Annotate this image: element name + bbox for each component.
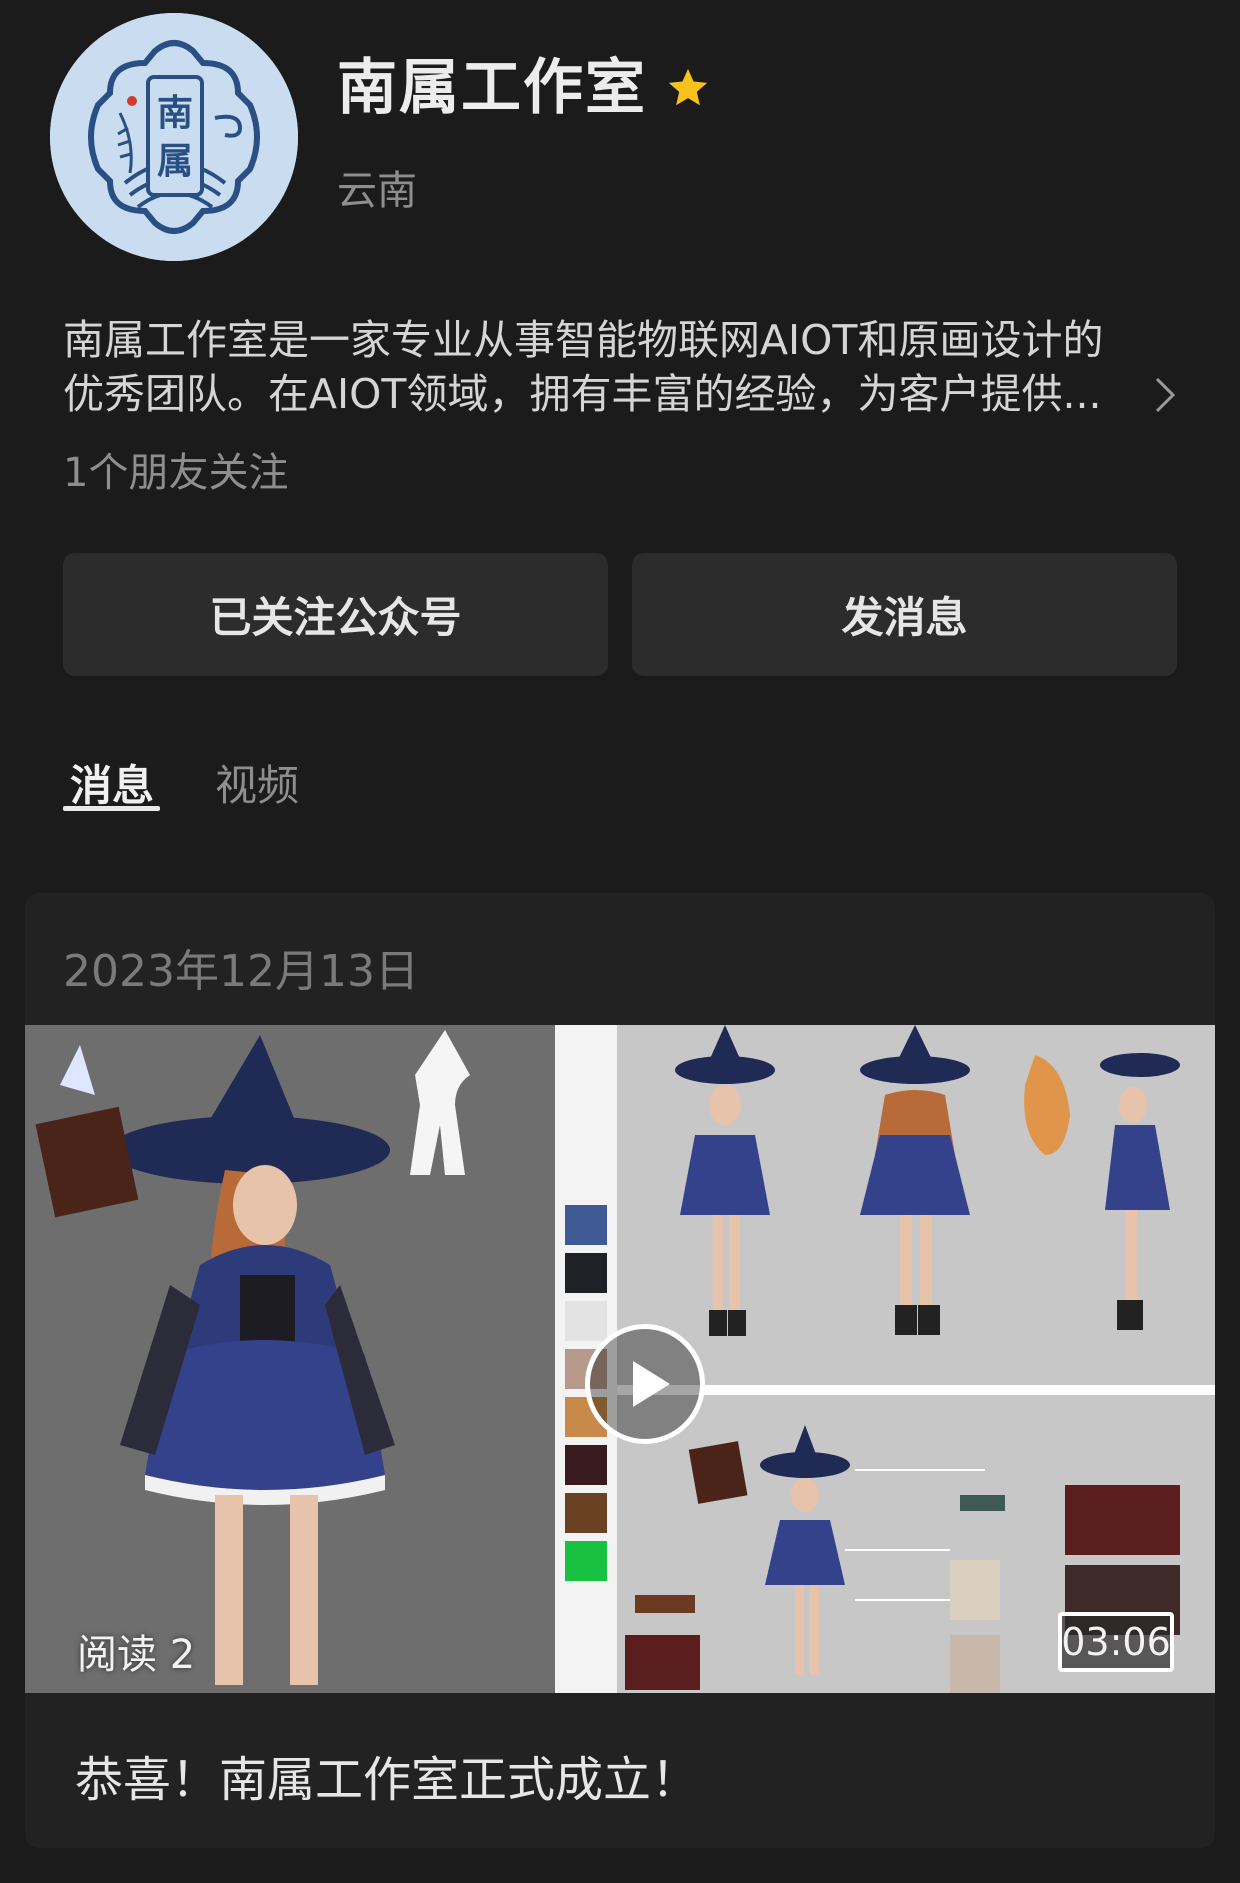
chevron-right-icon[interactable] (1153, 375, 1177, 415)
studio-logo: 南 属 (50, 13, 298, 261)
logo-char-bottom: 属 (157, 141, 193, 182)
account-location: 云南 (337, 168, 417, 214)
tab-messages[interactable]: 消息 (70, 752, 154, 813)
play-button[interactable] (585, 1324, 705, 1444)
send-message-button[interactable]: 发消息 (632, 553, 1177, 676)
account-name: 南属工作室 (337, 53, 647, 123)
description-line-1: 南属工作室是一家专业从事智能物联网AIOT和原画设计的 (63, 316, 1104, 364)
video-duration: 03:06 (1058, 1612, 1174, 1672)
account-description[interactable]: 南属工作室是一家专业从事智能物联网AIOT和原画设计的 优秀团队。在AIOT领域… (63, 313, 1158, 421)
read-count: 阅读 2 (77, 1632, 196, 1678)
active-tab-indicator (63, 806, 160, 811)
official-account-profile: 南 属 南属工作室 云南 南属工作室是一家专业从事智能物联网AIOT和原画设计的… (0, 0, 1240, 1883)
friends-following-count[interactable]: 1个朋友关注 (63, 440, 288, 498)
video-thumbnail[interactable]: 阅读 2 03:06 (25, 1025, 1215, 1693)
account-avatar[interactable]: 南 属 (50, 13, 298, 261)
star-icon (668, 68, 708, 106)
tab-videos[interactable]: 视频 (215, 752, 299, 813)
followed-account-button[interactable]: 已关注公众号 (63, 553, 608, 676)
post-date: 2023年12月13日 (63, 946, 419, 997)
post-title[interactable]: 恭喜！南属工作室正式成立！ (75, 1740, 699, 1810)
account-name-row: 南属工作室 (337, 58, 711, 118)
play-icon (633, 1361, 670, 1407)
logo-char-top: 南 (157, 93, 193, 134)
description-line-2: 优秀团队。在AIOT领域，拥有丰富的经验，为客户提供... (63, 370, 1102, 418)
